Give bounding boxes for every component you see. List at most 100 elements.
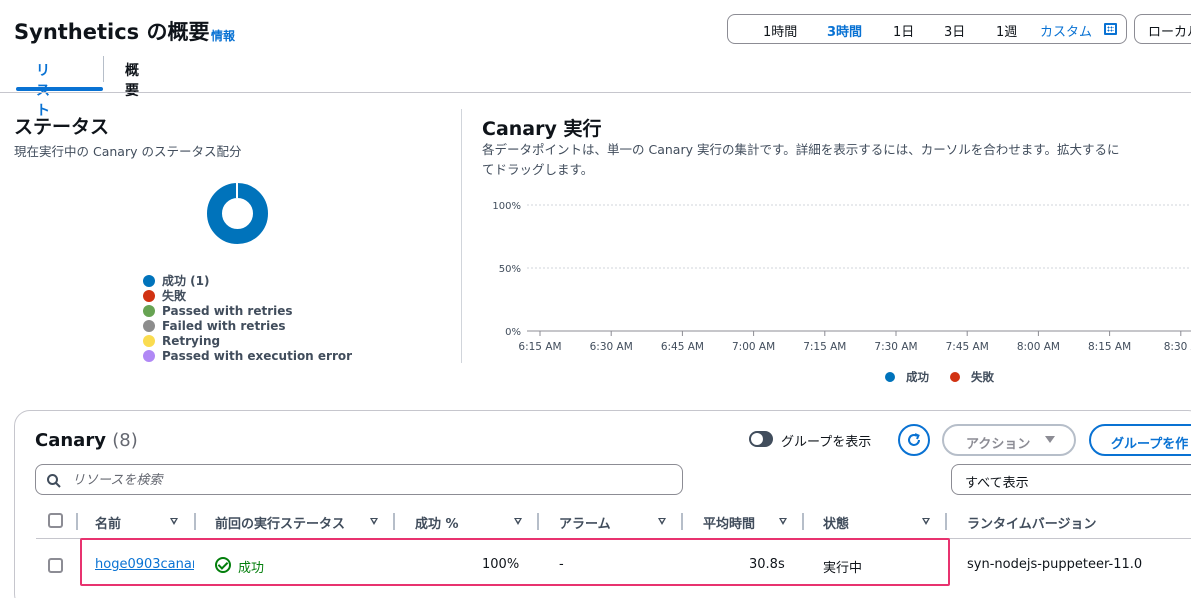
runs-heading: Canary 実行 (482, 118, 602, 140)
legend-label: 失敗 (162, 289, 187, 303)
legend-retrying: Retrying (143, 333, 352, 348)
legend-dot (143, 289, 155, 302)
legend-exec-error: Passed with execution error (143, 348, 352, 363)
sort-icon[interactable] (370, 518, 378, 525)
x-tick-label: 7:00 AM (732, 341, 775, 353)
column-header-success-pct[interactable]: 成功 % (415, 513, 459, 532)
column-separator[interactable] (393, 513, 395, 530)
column-header-avg-time[interactable]: 平均時間 (703, 513, 755, 532)
tab-overview[interactable]: 概要 (125, 60, 139, 100)
x-tick-label: 6:30 AM (590, 341, 633, 353)
range-3h[interactable]: 3時間 (827, 21, 862, 40)
tabs-divider (0, 92, 1191, 93)
select-all-checkbox[interactable] (48, 513, 63, 528)
row-checkbox[interactable] (48, 558, 63, 573)
legend-dot (143, 349, 155, 362)
x-tick-label: 8:15 AM (1088, 341, 1131, 353)
calendar-icon[interactable] (1104, 23, 1117, 35)
column-separator[interactable] (194, 513, 196, 530)
legend-dot (143, 274, 155, 287)
canary-count: (8) (112, 430, 138, 451)
runtime-cell: syn-nodejs-puppeteer-11.0 (967, 557, 1143, 572)
y-tick-label: 50% (499, 264, 521, 275)
group-toggle-label: グループを表示 (781, 435, 872, 450)
sort-icon[interactable] (922, 518, 930, 525)
x-tick-label: 7:30 AM (874, 341, 917, 353)
search-input[interactable] (72, 471, 672, 489)
column-header-name[interactable]: 名前 (95, 513, 121, 532)
sort-icon[interactable] (170, 518, 178, 525)
column-separator[interactable] (537, 513, 539, 530)
range-custom[interactable]: カスタム (1040, 21, 1092, 40)
search-icon (47, 474, 61, 488)
legend-marker (885, 372, 895, 382)
legend-failed: 失敗 (143, 288, 352, 303)
range-3d[interactable]: 3日 (944, 21, 965, 40)
caret-down-icon (1045, 436, 1055, 443)
legend-label: Failed with retries (162, 318, 286, 333)
x-tick-label: 8:30 A (1164, 341, 1191, 353)
filter-select[interactable]: すべて表示 (951, 464, 1191, 495)
create-group-label: グループを作 (1111, 437, 1189, 452)
refresh-button[interactable] (898, 424, 930, 456)
legend-success: 成功 (1) (143, 273, 352, 288)
legend-marker (950, 372, 960, 382)
column-header-last-status[interactable]: 前回の実行ステータス (215, 513, 345, 532)
x-tick-label: 7:15 AM (803, 341, 846, 353)
column-header-alarm[interactable]: アラーム (559, 513, 611, 532)
canary-title-text: Canary (35, 430, 106, 451)
legend-label: Passed with execution error (162, 348, 353, 363)
runs-description-line2: てドラッグします。 (482, 162, 594, 177)
actions-label: アクション (966, 437, 1031, 452)
sort-icon[interactable] (779, 518, 787, 525)
range-1w[interactable]: 1週 (996, 21, 1017, 40)
row-highlight-annotation (80, 538, 950, 586)
runs-description: 各データポイントは、単一の Canary 実行の集計です。詳細を表示するには、カ… (482, 140, 1191, 180)
legend-dot (143, 304, 155, 317)
legend-dot (143, 334, 155, 347)
sort-icon[interactable] (514, 518, 522, 525)
filter-value: すべて表示 (965, 476, 1029, 491)
timezone-label: ローカル (1148, 25, 1191, 40)
status-legend: 成功 (1) 失敗 Passed with retries Failed wit… (143, 273, 352, 363)
search-box (35, 464, 683, 495)
actions-button[interactable]: アクション (942, 424, 1076, 456)
x-tick-label: 8:00 AM (1017, 341, 1060, 353)
page-title: Synthetics の概要 (14, 20, 210, 44)
group-toggle[interactable] (749, 431, 773, 447)
status-description: 現在実行中の Canary のステータス配分 (14, 144, 242, 159)
column-separator[interactable] (945, 513, 947, 530)
range-1d[interactable]: 1日 (893, 21, 914, 40)
y-tick-label: 100% (492, 201, 521, 212)
x-tick-label: 6:45 AM (661, 341, 704, 353)
canary-table-title: Canary (8) (35, 430, 138, 451)
column-header-state[interactable]: 状態 (823, 513, 849, 532)
x-tick-label: 6:15 AM (518, 341, 561, 353)
legend-label: Retrying (162, 333, 221, 348)
tab-separator (103, 56, 104, 82)
column-separator[interactable] (802, 513, 804, 530)
info-link[interactable]: 情報 (211, 27, 235, 44)
time-range-selector: 1時間 3時間 1日 3日 1週 カスタム (727, 14, 1127, 44)
canary-runs-chart[interactable]: 100% 50% 0% 6:15 AM 6:30 AM 6:45 AM 7:00 AM 7:1… (480, 190, 1191, 395)
refresh-icon (908, 433, 920, 446)
x-tick-label: 7:45 AM (946, 341, 989, 353)
column-separator (76, 513, 78, 530)
panel-divider (461, 109, 462, 363)
legend-label: Passed with retries (162, 303, 293, 318)
timezone-selector[interactable]: ローカル (1134, 14, 1191, 44)
legend-dot (143, 319, 155, 332)
status-heading: ステータス (14, 116, 110, 138)
create-group-button[interactable]: グループを作 (1089, 424, 1191, 456)
legend-label: 失敗 (971, 370, 994, 384)
legend-passed-retries: Passed with retries (143, 303, 352, 318)
legend-label: 成功 (906, 370, 929, 384)
toggle-knob (751, 433, 763, 445)
runs-description-line1: 各データポイントは、単一の Canary 実行の集計です。詳細を表示するには、カ… (482, 142, 1120, 157)
range-1h[interactable]: 1時間 (763, 21, 797, 40)
column-separator[interactable] (681, 513, 683, 530)
legend-failed-retries: Failed with retries (143, 318, 352, 333)
column-header-runtime[interactable]: ランタイムバージョン (967, 513, 1096, 532)
sort-icon[interactable] (658, 518, 666, 525)
y-tick-label: 0% (505, 327, 521, 338)
